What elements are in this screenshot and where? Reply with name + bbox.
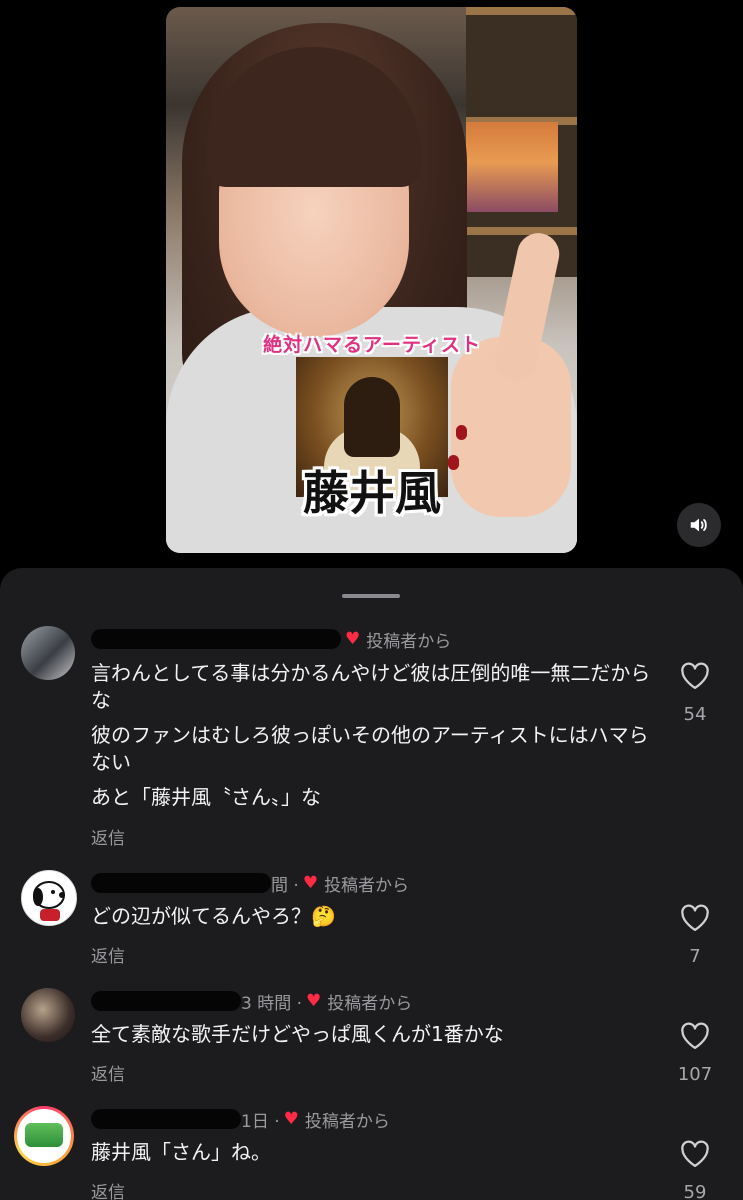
creator-heart-icon: ♥ <box>306 991 322 1011</box>
comment-item: 3 時間 · ♥ 投稿者から 全て素敵な歌手だけどやっぱ風くんが1番かな 返信 … <box>0 986 743 1086</box>
video-player[interactable]: 絶対ハマるアーティスト 藤井風 <box>166 7 577 553</box>
heart-outline-icon <box>681 904 709 931</box>
author-name-redacted[interactable] <box>91 1109 241 1129</box>
comment-line: 彼のファンはむしろ彼っぽいその他のアーティストにはハマらない <box>91 723 649 774</box>
comments-sheet[interactable]: ♥ 投稿者から 言わんとしてる事は分かるんやけど彼は圧倒的唯一無二だからな 彼の… <box>0 568 743 1200</box>
like-button[interactable]: 107 <box>671 1022 719 1085</box>
creator-heart-icon: ♥ <box>302 873 319 893</box>
comment-text: 全て素敵な歌手だけどやっぱ風くんが1番かな <box>91 1021 651 1048</box>
comment-item: ♥ 投稿者から 言わんとしてる事は分かるんやけど彼は圧倒的唯一無二だからな 彼の… <box>0 626 743 856</box>
creator-badge: 投稿者から <box>324 875 410 896</box>
comment-line: どの辺が似てるんやろ？🤔 <box>91 904 336 928</box>
comment-line: 言わんとしてる事は分かるんやけど彼は圧倒的唯一無二だからな <box>91 661 651 712</box>
avatar[interactable] <box>21 870 77 926</box>
comment-time: 間 · <box>271 875 299 896</box>
comment-line: 藤井風「さん」ね。 <box>91 1140 271 1164</box>
comment-text: どの辺が似てるんやろ？🤔 <box>91 903 651 930</box>
reply-button[interactable]: 返信 <box>91 1178 125 1200</box>
reply-button[interactable]: 返信 <box>91 942 125 967</box>
creator-heart-icon: ♥ <box>283 1109 299 1129</box>
comment-time: 1日 · <box>241 1111 280 1132</box>
creator-heart-icon: ♥ <box>345 629 361 649</box>
thumbnail-figure <box>344 377 400 457</box>
comment-meta: 3 時間 · ♥ 投稿者から <box>91 988 412 1014</box>
like-button[interactable]: 59 <box>671 1140 719 1200</box>
comment-meta: 間 · ♥ 投稿者から <box>91 870 409 896</box>
background-painting <box>466 122 558 212</box>
like-count: 107 <box>677 1064 713 1085</box>
creator-badge: 投稿者から <box>327 993 413 1014</box>
avatar[interactable] <box>21 626 75 680</box>
like-button[interactable]: 7 <box>671 904 719 967</box>
creator-badge: 投稿者から <box>366 631 452 652</box>
like-count: 7 <box>689 946 701 967</box>
comment-text: 藤井風「さん」ね。 <box>91 1139 651 1166</box>
comment-meta: ♥ 投稿者から <box>91 626 451 652</box>
comment-meta: 1日 · ♥ 投稿者から <box>91 1106 390 1132</box>
sheet-grabber[interactable] <box>342 594 400 598</box>
video-caption-name: 藤井風 <box>303 466 441 520</box>
comment-line: あと「藤井風〝さん〟」な <box>91 785 321 809</box>
like-count: 59 <box>683 1182 707 1200</box>
author-name-redacted[interactable] <box>91 873 271 893</box>
speaker-icon <box>690 518 707 532</box>
snoopy-avatar-icon <box>33 881 65 921</box>
avatar[interactable] <box>14 1106 74 1166</box>
comment-text: 言わんとしてる事は分かるんやけど彼は圧倒的唯一無二だからな 彼のファンはむしろ彼… <box>91 660 651 811</box>
comment-time: 3 時間 · <box>241 993 303 1014</box>
app-root: 絶対ハマるアーティスト 藤井風 ♥ 投稿者から 言わんとしてる事は分かるんやけど… <box>0 0 743 1200</box>
creator-badge: 投稿者から <box>304 1111 390 1132</box>
author-name-redacted[interactable] <box>91 629 341 649</box>
heart-outline-icon <box>681 1140 709 1167</box>
like-button[interactable]: 54 <box>671 662 719 725</box>
volume-button[interactable] <box>677 503 721 547</box>
author-name-redacted[interactable] <box>91 991 241 1011</box>
heart-outline-icon <box>681 662 709 689</box>
nail-1 <box>456 425 467 440</box>
comment-item: 1日 · ♥ 投稿者から 藤井風「さん」ね。 返信 59 <box>0 1104 743 1200</box>
avatar-inner <box>17 1109 71 1163</box>
avatar-logo-shape <box>25 1123 63 1147</box>
video-caption-top: 絶対ハマるアーティスト <box>263 334 481 356</box>
comment-line: 全て素敵な歌手だけどやっぱ風くんが1番かな <box>91 1022 504 1046</box>
like-count: 54 <box>683 704 707 725</box>
reply-button[interactable]: 返信 <box>91 1060 125 1085</box>
reply-button[interactable]: 返信 <box>91 824 125 849</box>
heart-outline-icon <box>681 1022 709 1049</box>
avatar[interactable] <box>21 988 75 1042</box>
comment-item: 間 · ♥ 投稿者から どの辺が似てるんやろ？🤔 返信 7 <box>0 868 743 968</box>
